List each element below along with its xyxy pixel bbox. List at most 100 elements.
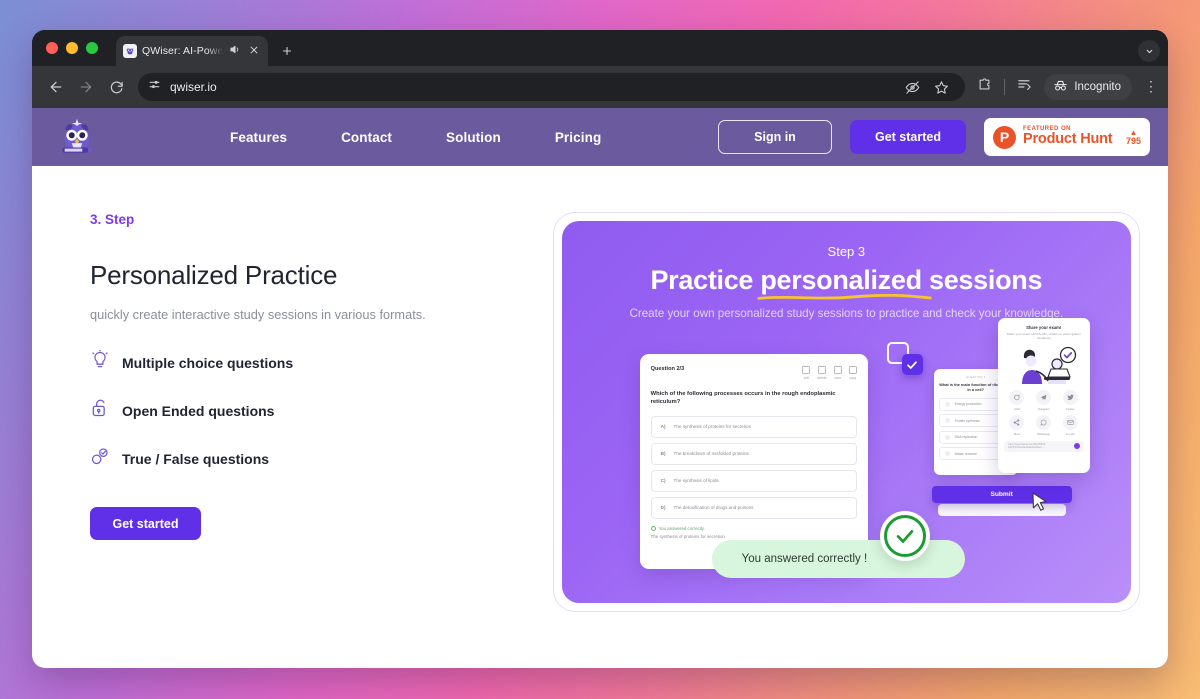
mini-option-text: Protein synthesis [954,418,980,423]
nav-links: Features Contact Solution Pricing [230,130,601,145]
copy-link-icon[interactable] [1073,443,1080,450]
option-text: The synthesis of lipids [673,478,719,484]
close-icon[interactable] [247,45,261,57]
answer-option-c[interactable]: C) The synthesis of lipids [650,469,857,492]
share-action-telegram[interactable]: Telegram [1030,389,1057,411]
share-action-label: Whatsapp [1037,431,1051,436]
lightbulb-icon [90,349,110,375]
promo-step-label: Step 3 [827,244,866,259]
answer-option-b[interactable]: B) The breakdown of misfolded proteins [650,442,857,465]
page-title: Personalized Practice [90,260,338,290]
share-action-label: More [1013,431,1021,436]
qwiser-owl-logo[interactable] [56,116,98,158]
product-hunt-name: Product Hunt [1023,131,1113,148]
incognito-icon [1053,79,1068,95]
new-tab-button[interactable] [274,36,300,66]
list-icon[interactable] [1017,77,1032,97]
share-action-chat[interactable]: Chat [1004,389,1031,411]
back-arrow-icon[interactable] [42,73,70,101]
nav-link-pricing[interactable]: Pricing [555,130,601,145]
save-icon[interactable]: save [833,366,842,380]
profile-incognito-button[interactable]: Incognito [1044,74,1132,100]
kebab-menu-icon[interactable]: ⋮ [1144,79,1158,93]
copy-icon[interactable]: copy [848,366,857,380]
browser-window: QWiser: AI-Powered Lear [32,30,1168,668]
get-started-button-nav[interactable]: Get started [850,120,966,154]
share-action-more[interactable]: More [1004,414,1031,436]
browser-tab[interactable]: QWiser: AI-Powered Lear [116,36,268,66]
green-check-icon [879,511,930,561]
reload-icon[interactable] [102,73,130,101]
radio-icon [944,451,950,457]
check-circle-icon [650,525,656,531]
feature-label: Open Ended questions [122,402,275,419]
mini-option-text: Waste removal [954,451,977,456]
share-action-twitter[interactable]: Twitter [1057,389,1084,411]
share-link-row[interactable]: https://www.figma.com/file/W5ViI-1ujPSXh… [1003,440,1084,452]
page-content: 3. Step Personalized Practice quickly cr… [32,166,1168,612]
feature-list: Multiple choice questions Open Ended que… [90,349,513,471]
left-column: 3. Step Personalized Practice quickly cr… [58,212,513,612]
browser-tabstrip: QWiser: AI-Powered Lear [32,30,1168,66]
delete-icon[interactable]: delete [817,366,827,380]
minimize-window-button[interactable] [66,42,78,54]
mini-option-text: DNA replication [954,435,978,440]
share-actions: Chat Telegram Twitter More Whatsapp E-ma… [1004,389,1084,436]
option-key: B) [660,451,666,457]
forward-arrow-icon[interactable] [72,73,100,101]
product-hunt-icon: P [993,125,1016,149]
question-text: Which of the following processes occurs … [650,390,836,406]
toggle-check-icon [90,446,110,471]
page-viewport: Features Contact Solution Pricing Sign i… [32,108,1168,668]
tab-title: QWiser: AI-Powered Lear [142,45,223,57]
telegram-icon [1036,389,1052,405]
share-action-email[interactable]: E-mail [1057,414,1084,436]
edit-icon[interactable]: edit [802,366,811,380]
nav-link-features[interactable]: Features [230,130,287,145]
sign-in-button[interactable]: Sign in [718,120,832,154]
speaker-icon[interactable] [228,44,242,58]
answer-options: A) The synthesis of proteins for secreti… [650,415,857,519]
get-started-button[interactable]: Get started [90,507,201,540]
chevron-down-icon[interactable] [1138,40,1160,62]
answer-feedback-body: The synthesis of proteins for secretion [650,533,725,539]
site-navbar: Features Contact Solution Pricing Sign i… [32,108,1168,166]
promo-title-highlight: personalized [760,265,922,295]
list-item: Multiple choice questions [90,349,513,375]
answer-option-a[interactable]: A) The synthesis of proteins for secreti… [650,415,857,438]
eye-off-icon[interactable] [905,80,920,95]
nav-link-contact[interactable]: Contact [341,130,392,145]
address-bar[interactable]: qwiser.io [138,73,966,101]
radio-icon [944,434,950,440]
nav-link-solution[interactable]: Solution [446,130,501,145]
share-card-title: Share your exam! [1026,325,1062,330]
feature-label: Multiple choice questions [122,354,294,371]
submit-button[interactable]: Submit [931,486,1072,503]
option-key: A) [660,424,666,430]
feature-label: True / False questions [122,450,270,467]
option-text: The detoxification of drugs and poisons [673,505,754,511]
list-item: Open Ended questions [90,398,513,423]
whatsapp-icon [1036,414,1052,430]
answer-option-d[interactable]: D) The detoxification of drugs and poiso… [650,496,857,519]
browser-toolbar: qwiser.io Incognito ⋮ [32,66,1168,108]
share-card: Share your exam! Share your exam with fr… [997,318,1090,473]
underline-stroke [757,294,932,300]
step-label: 3. Step [90,212,135,227]
maximize-window-button[interactable] [86,42,98,54]
product-hunt-badge[interactable]: P FEATURED ON Product Hunt ▲ 795 [984,118,1150,156]
people-with-laptop-illustration [1004,343,1084,387]
checkbox-checked[interactable] [901,354,923,375]
close-window-button[interactable] [46,42,58,54]
share-link-url: https://www.figma.com/file/W5ViI-1ujPSXh… [1007,443,1047,450]
tune-icon[interactable] [148,78,161,96]
copy-label: copy [849,375,857,380]
puzzle-icon[interactable] [977,77,992,97]
star-icon[interactable] [934,80,949,95]
share-action-whatsapp[interactable]: Whatsapp [1030,414,1057,436]
open-lock-icon [90,398,110,423]
mouse-pointer-icon [1032,492,1049,519]
share-icon [1009,414,1025,430]
share-action-label: E-mail [1066,431,1075,436]
radio-icon [944,401,950,407]
